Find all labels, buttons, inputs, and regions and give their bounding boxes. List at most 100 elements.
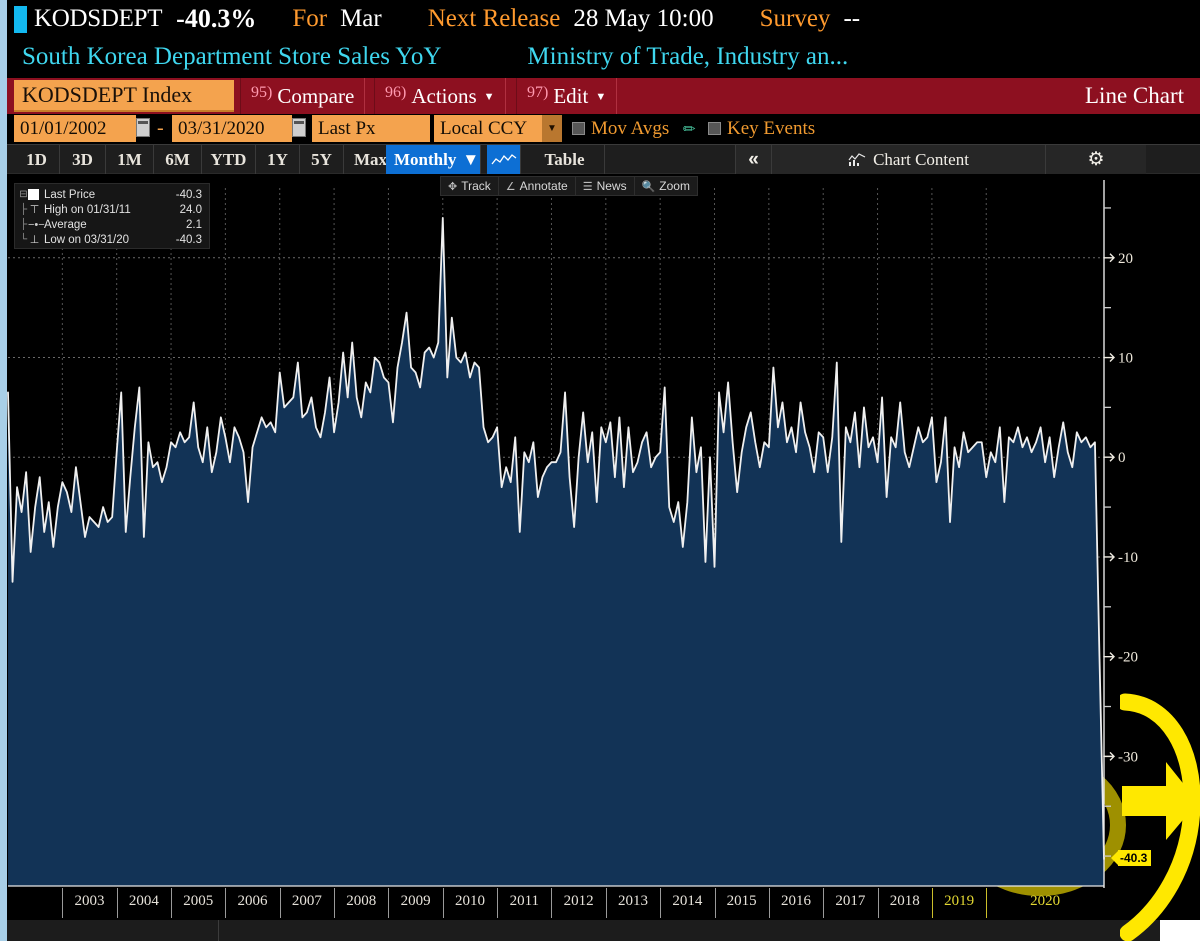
legend-label: Last Price (44, 188, 96, 201)
x-axis-tick (225, 888, 227, 918)
svg-text:-10: -10 (1118, 550, 1138, 566)
edit-number: 97) (527, 84, 549, 101)
period-1d[interactable]: 1D (14, 145, 60, 174)
x-axis-label: 2012 (563, 893, 594, 909)
legend-label: Low on 03/31/20 (44, 233, 130, 246)
gear-icon: ⚙ (1087, 149, 1105, 170)
cyan-marker-icon (14, 5, 27, 33)
settings-button[interactable]: ⚙ (1046, 145, 1146, 174)
chart-legend[interactable]: ⊟ Last Price -40.3 ├ ⊤ High on 01/31/11 … (14, 183, 210, 249)
annotate-tool[interactable]: ∠ Annotate (499, 177, 576, 195)
header-survey-label: Survey (759, 5, 831, 32)
x-axis-label: 2020 (1030, 893, 1061, 909)
line-chart-toggle[interactable] (487, 145, 521, 174)
security-input[interactable]: KODSDEPT Index (14, 80, 234, 112)
period-5y[interactable]: 5Y (300, 145, 344, 174)
x-axis-label: 2004 (128, 893, 159, 909)
period-ytd[interactable]: YTD (202, 145, 256, 174)
x-axis-tick (986, 888, 988, 918)
tree-corner-icon: └ (19, 234, 28, 245)
chart-content-button[interactable]: Chart Content (771, 145, 1046, 174)
track-label: Track (461, 179, 491, 193)
x-axis-label: 2008 (346, 893, 377, 909)
legend-row-last-price[interactable]: ⊟ Last Price -40.3 (19, 187, 205, 202)
chart-canvas[interactable]: 20 10 0 -10 -20 -30 (0, 174, 1200, 941)
header-line-secondary: South Korea Department Store Sales YoY M… (0, 40, 1200, 74)
x-axis-tick (334, 888, 336, 918)
x-axis-tick (388, 888, 390, 918)
x-axis-label: 2018 (889, 893, 920, 909)
x-axis-label: 2016 (781, 893, 812, 909)
bloomberg-chart-window: KODSDEPT -40.3% For Mar Next Release 28 … (0, 0, 1200, 941)
news-icon: ☰ (582, 180, 593, 193)
actions-number: 96) (385, 84, 407, 101)
chevron-down-icon[interactable]: ▼ (542, 115, 562, 142)
header-next-release-label: Next Release (427, 5, 561, 32)
legend-row-low[interactable]: └ ⊥ Low on 03/31/20 -40.3 (19, 232, 205, 247)
actions-button[interactable]: 96) Actions ▼ (374, 78, 506, 114)
zoom-tool[interactable]: 🔍 Zoom (635, 177, 697, 195)
tree-branch-icon: ├ (19, 219, 28, 230)
x-axis-tick (823, 888, 825, 918)
mov-avgs-label[interactable]: Mov Avgs (591, 118, 669, 140)
period-3d[interactable]: 3D (60, 145, 106, 174)
collapse-tree-icon[interactable]: ⊟ (19, 189, 28, 200)
collapse-panel-button[interactable]: « (735, 145, 771, 174)
x-axis-tick (551, 888, 553, 918)
legend-row-average[interactable]: ├ −•− Average 2.1 (19, 217, 205, 232)
calendar-icon[interactable] (292, 118, 306, 137)
period-1y[interactable]: 1Y (256, 145, 300, 174)
pencil-icon[interactable]: ✏ (683, 120, 699, 138)
legend-label: Average (44, 218, 87, 231)
news-label: News (596, 179, 627, 193)
line-chart-icon (490, 153, 516, 164)
chart-content-label: Chart Content (873, 149, 969, 169)
header-value: -40.3% (176, 4, 257, 33)
x-axis-label: 2017 (835, 893, 866, 909)
calendar-icon[interactable] (136, 118, 150, 137)
x-axis-tick (768, 888, 770, 918)
header-for-label: For (292, 5, 328, 32)
chevron-down-icon: ▼ (595, 91, 607, 103)
compare-number: 95) (251, 84, 273, 101)
series-color-swatch (28, 189, 39, 200)
date-range-separator: - (157, 117, 164, 139)
header-survey-value: -- (843, 5, 861, 32)
header-next-release-value: 28 May 10:00 (573, 5, 714, 32)
x-axis-label: 2009 (400, 893, 431, 909)
frequency-select[interactable]: Monthly ▼ (386, 145, 481, 174)
svg-text:20: 20 (1118, 251, 1133, 267)
mov-avgs-checkbox[interactable] (572, 122, 585, 135)
track-icon: ✥ (448, 180, 458, 193)
period-6m[interactable]: 6M (154, 145, 202, 174)
svg-text:10: 10 (1118, 351, 1133, 367)
edit-button[interactable]: 97) Edit ▼ (516, 78, 618, 114)
x-axis-label: 2015 (726, 893, 757, 909)
actions-label: Actions (411, 83, 477, 108)
x-axis-label: 2005 (183, 893, 214, 909)
table-toggle[interactable]: Table (525, 145, 605, 174)
price-type-select[interactable]: Last Px (312, 115, 430, 142)
x-axis-label: 2011 (509, 893, 540, 909)
period-1m[interactable]: 1M (106, 145, 154, 174)
currency-select[interactable]: Local CCY (434, 115, 542, 142)
command-bar: KODSDEPT Index 95) Compare 96) Actions ▼… (0, 78, 1200, 114)
legend-value: 2.1 (186, 218, 202, 231)
compare-button[interactable]: 95) Compare (240, 78, 366, 114)
track-tool[interactable]: ✥ Track (441, 177, 499, 195)
x-axis-tick (660, 888, 662, 918)
news-tool[interactable]: ☰ News (576, 177, 635, 195)
x-axis-label: 2014 (672, 893, 703, 909)
average-marker-icon: −•− (28, 218, 45, 231)
key-events-label[interactable]: Key Events (727, 118, 815, 140)
date-from-input[interactable]: 01/01/2002 (14, 115, 136, 142)
high-marker-icon: ⊤ (29, 204, 40, 216)
frequency-label: Monthly (394, 149, 457, 169)
annotate-label: Annotate (519, 179, 568, 193)
svg-text:0: 0 (1118, 450, 1126, 466)
x-axis-tick (62, 888, 64, 918)
date-to-input[interactable]: 03/31/2020 (172, 115, 292, 142)
legend-row-high[interactable]: ├ ⊤ High on 01/31/11 24.0 (19, 202, 205, 217)
key-events-checkbox[interactable] (708, 122, 721, 135)
price-chart-svg[interactable]: 20100-10-20-30 (0, 174, 1200, 941)
